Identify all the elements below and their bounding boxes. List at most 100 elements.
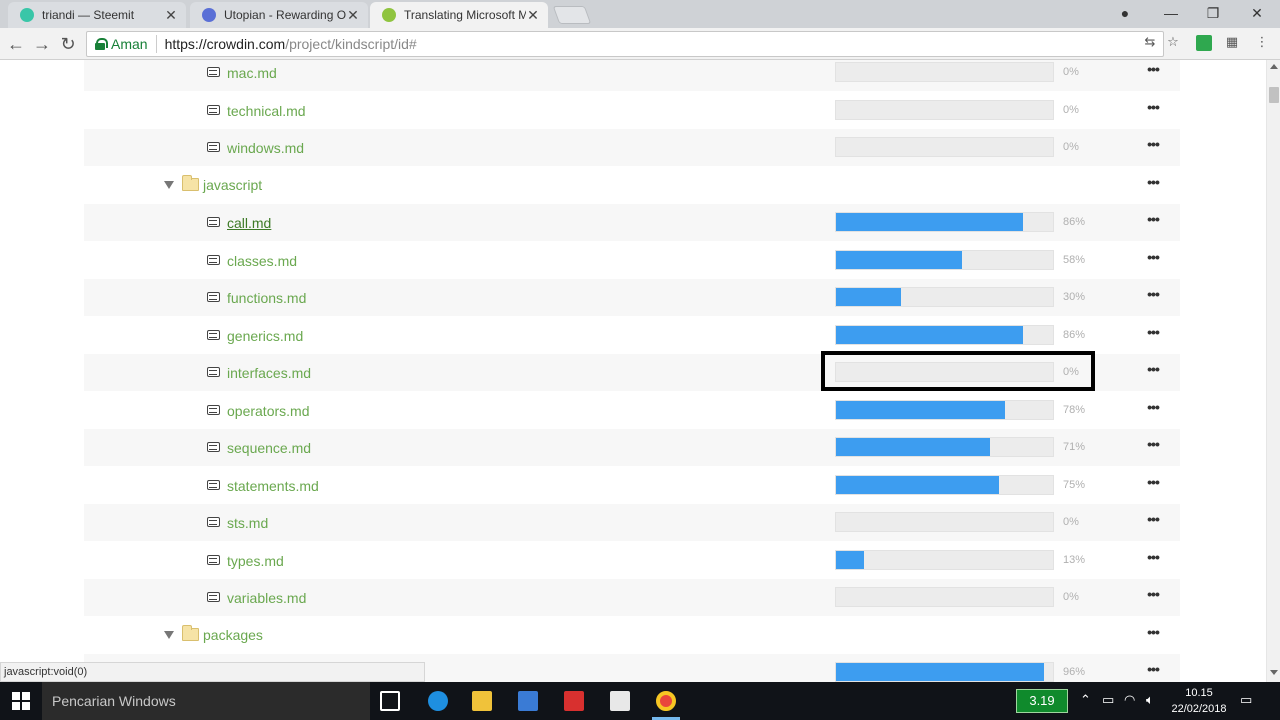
collapse-caret-icon[interactable]	[164, 630, 174, 639]
more-options-icon[interactable]: •••	[1144, 512, 1162, 528]
close-window-button[interactable]: ✕	[1236, 0, 1278, 28]
gift-icon[interactable]	[564, 691, 584, 711]
progress-bar	[835, 662, 1054, 682]
restore-button[interactable]: ❐	[1192, 0, 1234, 28]
translate-icon[interactable]: ⇆	[1142, 34, 1158, 50]
file-row[interactable]: sts.md 0% •••	[84, 504, 1180, 541]
windows-search-box[interactable]: Pencarian Windows	[42, 682, 370, 720]
progress-percent: 78%	[1063, 403, 1086, 416]
browser-toolbar: ← → ↻ Aman https://crowdin.com/project/k…	[0, 28, 1280, 60]
volume-icon[interactable]: 🔈︎	[1146, 692, 1154, 708]
steemit-favicon-icon	[20, 8, 34, 22]
chevron-up-icon[interactable]: ⌃	[1080, 692, 1091, 708]
file-row[interactable]: sequence.md 71% •••	[84, 429, 1180, 466]
file-row[interactable]: variables.md 0% •••	[84, 579, 1180, 616]
scroll-thumb[interactable]	[1269, 87, 1279, 103]
close-tab-icon[interactable]: ✕	[346, 7, 360, 24]
more-options-icon[interactable]: •••	[1144, 437, 1162, 453]
more-options-icon[interactable]: •••	[1144, 175, 1162, 191]
wifi-icon[interactable]: ◠	[1124, 692, 1135, 708]
more-options-icon[interactable]: •••	[1144, 287, 1162, 303]
folder-row[interactable]: packages •••	[84, 617, 1180, 654]
file-name-link[interactable]: mac.md	[227, 65, 277, 81]
file-row[interactable]: windows.md 0% •••	[84, 129, 1180, 166]
extension-icon[interactable]	[1196, 35, 1212, 51]
battery-widget[interactable]: 3.19	[1016, 689, 1068, 713]
address-bar[interactable]: Aman https://crowdin.com/project/kindscr…	[86, 31, 1164, 57]
back-button[interactable]: ←	[4, 32, 28, 56]
collapse-caret-icon[interactable]	[164, 180, 174, 189]
file-row[interactable]: mac.md 0% •••	[84, 60, 1180, 91]
edge-icon[interactable]	[428, 691, 448, 711]
forward-button[interactable]: →	[30, 32, 54, 56]
more-options-icon[interactable]: •••	[1144, 400, 1162, 416]
close-tab-icon[interactable]: ✕	[526, 7, 540, 24]
scroll-up-icon[interactable]	[1270, 64, 1278, 69]
more-options-icon[interactable]: •••	[1144, 587, 1162, 603]
mail-icon[interactable]	[610, 691, 630, 711]
file-row[interactable]: operators.md 78% •••	[84, 392, 1180, 429]
folder-name[interactable]: javascript	[203, 177, 262, 193]
notification-icon[interactable]: ▭	[1240, 692, 1252, 708]
reload-button[interactable]: ↻	[56, 32, 80, 56]
file-name-link[interactable]: sts.md	[227, 515, 268, 531]
file-name-link[interactable]: technical.md	[227, 103, 306, 119]
close-tab-icon[interactable]: ✕	[164, 7, 178, 24]
tab-crowdin[interactable]: Translating Microsoft Ma ✕	[370, 2, 548, 28]
extension-grid-icon[interactable]: ▦	[1224, 34, 1240, 50]
battery-icon[interactable]: ▭	[1102, 692, 1114, 708]
file-row[interactable]: technical.md 0% •••	[84, 92, 1180, 129]
chrome-icon[interactable]	[656, 691, 676, 711]
file-name-link[interactable]: classes.md	[227, 253, 297, 269]
file-name-link[interactable]: operators.md	[227, 403, 309, 419]
clock-date: 22/02/2018	[1171, 703, 1227, 715]
more-options-icon[interactable]: •••	[1144, 100, 1162, 116]
file-row[interactable]: functions.md 30% •••	[84, 279, 1180, 316]
file-row[interactable]: call.md 86% •••	[84, 204, 1180, 241]
system-clock[interactable]: 10.15 22/02/2018	[1166, 685, 1232, 717]
file-name-link[interactable]: windows.md	[227, 140, 304, 156]
more-options-icon[interactable]: •••	[1144, 250, 1162, 266]
task-view-icon[interactable]	[380, 691, 400, 711]
more-options-icon[interactable]: •••	[1144, 212, 1162, 228]
store-icon[interactable]	[518, 691, 538, 711]
file-name-link[interactable]: types.md	[227, 553, 284, 569]
tab-utopian[interactable]: Utopian - Rewarding Op ✕	[190, 2, 368, 28]
bookmark-star-icon[interactable]: ☆	[1165, 34, 1181, 50]
more-options-icon[interactable]: •••	[1144, 362, 1162, 378]
menu-kebab-icon[interactable]: ⋮	[1254, 34, 1270, 50]
markdown-file-icon	[207, 329, 220, 340]
file-explorer-icon[interactable]	[472, 691, 492, 711]
more-options-icon[interactable]: •••	[1144, 662, 1162, 678]
folder-name[interactable]: packages	[203, 627, 263, 643]
file-row[interactable]: statements.md 75% •••	[84, 467, 1180, 504]
progress-fill	[836, 250, 962, 269]
more-options-icon[interactable]: •••	[1144, 325, 1162, 341]
new-tab-button[interactable]	[552, 6, 592, 24]
more-options-icon[interactable]: •••	[1144, 137, 1162, 153]
more-options-icon[interactable]: •••	[1144, 475, 1162, 491]
file-name-link[interactable]: generics.md	[227, 328, 303, 344]
windows-start-icon[interactable]	[12, 692, 30, 710]
progress-percent: 0%	[1063, 66, 1079, 78]
file-row[interactable]: generics.md 86% •••	[84, 317, 1180, 354]
folder-row[interactable]: javascript •••	[84, 167, 1180, 204]
tab-steemit[interactable]: triandi — Steemit ✕	[8, 2, 186, 28]
file-name-link[interactable]: statements.md	[227, 478, 319, 494]
file-name-link[interactable]: functions.md	[227, 290, 306, 306]
file-name-link[interactable]: call.md	[227, 215, 271, 231]
minimize-button[interactable]: —	[1150, 0, 1192, 28]
file-name-link[interactable]: interfaces.md	[227, 365, 311, 381]
file-name-link[interactable]: sequence.md	[227, 440, 311, 456]
vertical-scrollbar[interactable]	[1266, 60, 1280, 682]
lock-icon	[95, 38, 108, 50]
more-options-icon[interactable]: •••	[1144, 62, 1162, 78]
profile-icon[interactable]: ●	[1104, 0, 1146, 28]
file-name-link[interactable]: variables.md	[227, 590, 306, 606]
file-row[interactable]: classes.md 58% •••	[84, 242, 1180, 279]
scroll-down-icon[interactable]	[1270, 670, 1278, 675]
file-row[interactable]: types.md 13% •••	[84, 542, 1180, 579]
more-options-icon[interactable]: •••	[1144, 550, 1162, 566]
markdown-file-icon	[207, 104, 220, 115]
more-options-icon[interactable]: •••	[1144, 625, 1162, 641]
